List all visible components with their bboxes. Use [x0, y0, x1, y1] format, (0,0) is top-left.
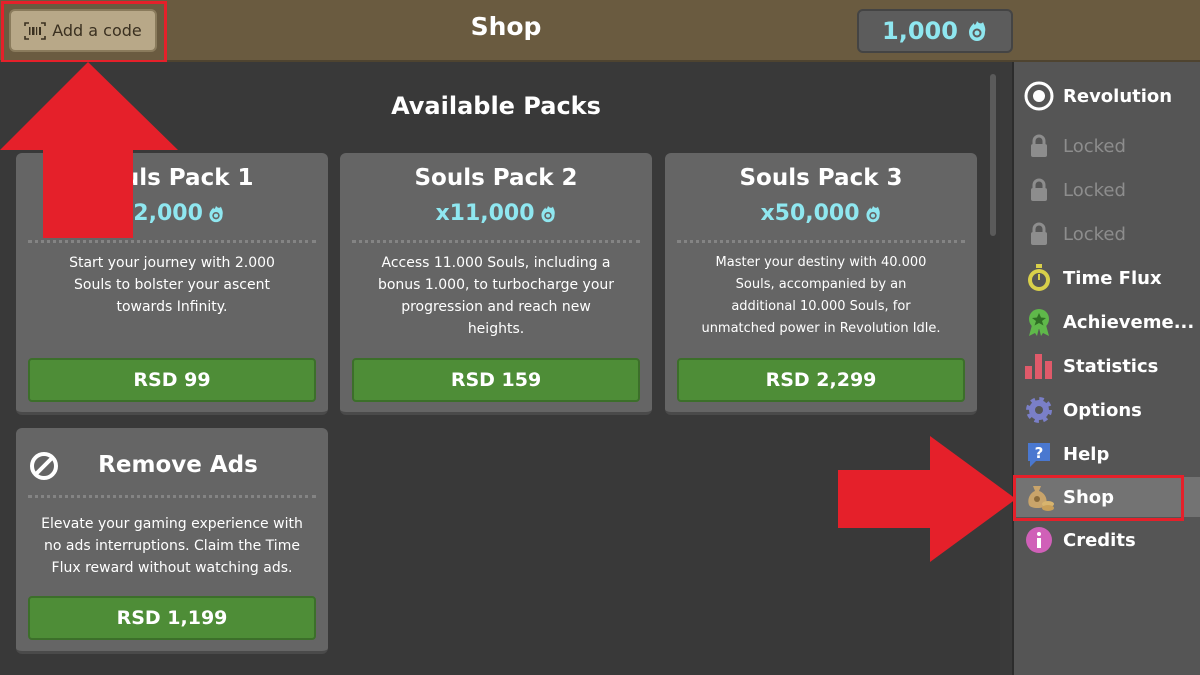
- page-title: Shop: [470, 12, 542, 41]
- desc-line: progression and reach new: [401, 299, 591, 315]
- sidebar-item-options[interactable]: Options: [1014, 390, 1200, 430]
- pack-amount-value: x50,000: [760, 201, 860, 226]
- add-code-label: Add a code: [52, 21, 142, 40]
- desc-line: Start your journey with 2.000: [69, 255, 275, 271]
- sidebar-item-help[interactable]: ? Help: [1014, 434, 1200, 474]
- desc-line: heights.: [467, 321, 525, 337]
- desc-line: no ads interruptions. Claim the Time: [44, 538, 300, 554]
- sidebar-item-label: Locked: [1063, 223, 1126, 245]
- sidebar-item-label: Options: [1063, 399, 1142, 421]
- remove-ads-description: Elevate your gaming experience with no a…: [26, 513, 318, 579]
- bar-chart-icon: [1023, 350, 1055, 382]
- desc-line: towards Infinity.: [116, 299, 228, 315]
- currency-amount: 1,000: [882, 17, 958, 45]
- sidebar-item-credits[interactable]: Credits: [1014, 520, 1200, 560]
- info-icon: [1023, 524, 1055, 556]
- target-icon: [1023, 80, 1055, 112]
- sidebar-item-locked-2[interactable]: Locked: [1014, 170, 1200, 210]
- section-title: Available Packs: [391, 92, 601, 120]
- desc-line: Souls, accompanied by an: [735, 277, 907, 292]
- sidebar-item-label: Statistics: [1063, 355, 1159, 377]
- sidebar-item-time-flux[interactable]: Time Flux: [1014, 258, 1200, 298]
- desc-line: Master your destiny with 40.000: [715, 255, 927, 270]
- soul-currency-display: 1,000: [857, 9, 1013, 53]
- award-icon: [1023, 306, 1055, 338]
- sidebar-item-statistics[interactable]: Statistics: [1014, 346, 1200, 386]
- divider: [28, 240, 316, 243]
- divider: [677, 240, 965, 243]
- barcode-icon: [24, 21, 47, 40]
- desc-line: bonus 1.000, to turbocharge your: [377, 277, 615, 293]
- sidebar-item-locked-1[interactable]: Locked: [1014, 126, 1200, 166]
- top-bar: Add a code Shop 1,000: [0, 0, 1200, 62]
- buy-pack-3-button[interactable]: RSD 2,299: [677, 358, 965, 402]
- divider: [28, 495, 316, 498]
- remove-ads-title: Remove Ads: [98, 452, 258, 478]
- pack-amount-value: x11,000: [435, 201, 535, 226]
- buy-remove-ads-button[interactable]: RSD 1,199: [28, 596, 316, 640]
- desc-line: Elevate your gaming experience with: [41, 516, 303, 532]
- add-code-button[interactable]: Add a code: [9, 9, 157, 52]
- sidebar-item-label: Locked: [1063, 179, 1126, 201]
- pack-card-2: Souls Pack 2 x11,000 Access 11.000 Souls…: [340, 153, 652, 415]
- sidebar-item-label: Help: [1063, 443, 1110, 465]
- pack-title: Souls Pack 2: [414, 165, 578, 191]
- sidebar-item-revolution[interactable]: Revolution: [1014, 76, 1200, 116]
- up-arrow-annotation: [0, 62, 178, 238]
- sidebar: Revolution Locked Locked Locked Time Flu…: [1012, 62, 1200, 675]
- soul-icon: [968, 21, 986, 41]
- desc-line: Souls to bolster your ascent: [74, 277, 270, 293]
- right-arrow-annotation: [838, 436, 1016, 562]
- pack-description: Start your journey with 2.000 Souls to b…: [26, 252, 318, 318]
- sidebar-item-label: Revolution: [1063, 85, 1173, 107]
- scrollbar[interactable]: [990, 74, 996, 236]
- soul-icon: [209, 205, 223, 222]
- remove-ads-card: Remove Ads Elevate your gaming experienc…: [16, 428, 328, 654]
- desc-line: additional 10.000 Souls, for: [731, 299, 911, 314]
- sidebar-item-locked-3[interactable]: Locked: [1014, 214, 1200, 254]
- buy-pack-2-button[interactable]: RSD 159: [352, 358, 640, 402]
- sidebar-item-label: Achieveme...: [1063, 311, 1195, 333]
- soul-icon: [866, 205, 880, 222]
- sidebar-item-label: Locked: [1063, 135, 1126, 157]
- sidebar-item-label: Credits: [1063, 529, 1136, 551]
- soul-icon: [541, 205, 555, 222]
- sidebar-item-shop[interactable]: Shop: [1014, 477, 1200, 517]
- pack-description: Master your destiny with 40.000 Souls, a…: [675, 252, 967, 340]
- desc-line: unmatched power in Revolution Idle.: [701, 321, 941, 336]
- pack-description: Access 11.000 Souls, including a bonus 1…: [350, 252, 642, 340]
- buy-pack-1-button[interactable]: RSD 99: [28, 358, 316, 402]
- desc-line: Access 11.000 Souls, including a: [381, 255, 611, 271]
- divider: [352, 240, 640, 243]
- help-icon: ?: [1023, 438, 1055, 470]
- money-bag-icon: [1023, 481, 1055, 513]
- lock-icon: [1023, 174, 1055, 206]
- pack-amount: x11,000: [340, 201, 652, 226]
- desc-line: Flux reward without watching ads.: [51, 560, 293, 576]
- pack-title: Souls Pack 3: [739, 165, 903, 191]
- sidebar-item-achievements[interactable]: Achieveme...: [1014, 302, 1200, 342]
- gear-icon: [1023, 394, 1055, 426]
- sidebar-item-label: Time Flux: [1063, 267, 1162, 289]
- lock-icon: [1023, 218, 1055, 250]
- stopwatch-icon: [1023, 262, 1055, 294]
- lock-icon: [1023, 130, 1055, 162]
- pack-amount: x50,000: [665, 201, 977, 226]
- sidebar-item-label: Shop: [1063, 486, 1115, 508]
- svg-text:?: ?: [1035, 444, 1044, 462]
- pack-card-3: Souls Pack 3 x50,000 Master your destiny…: [665, 153, 977, 415]
